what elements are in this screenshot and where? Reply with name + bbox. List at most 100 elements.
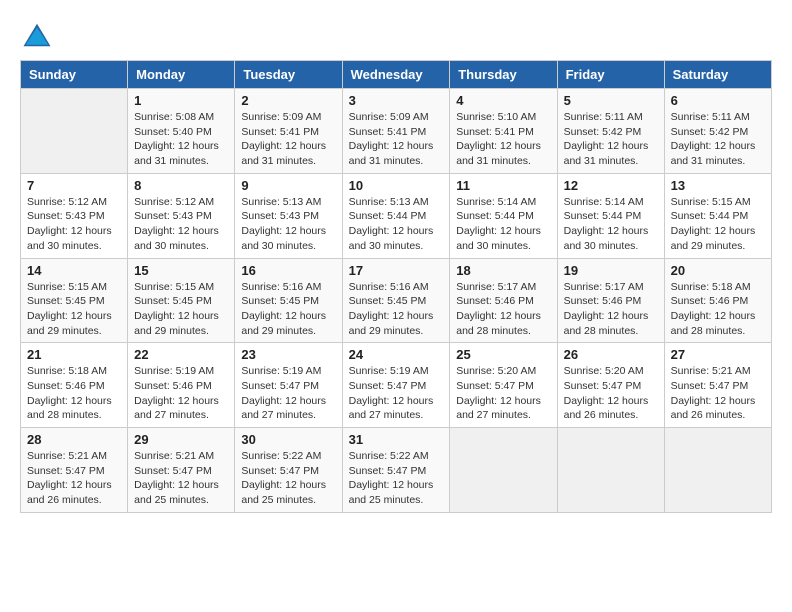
calendar-cell: 5 Sunrise: 5:11 AM Sunset: 5:42 PM Daylig… bbox=[557, 89, 664, 174]
calendar-week-2: 7 Sunrise: 5:12 AM Sunset: 5:43 PM Daylig… bbox=[21, 173, 772, 258]
calendar-cell: 23 Sunrise: 5:19 AM Sunset: 5:47 PM Dayli… bbox=[235, 343, 342, 428]
day-info: Sunrise: 5:19 AM Sunset: 5:47 PM Dayligh… bbox=[349, 364, 444, 423]
calendar-cell: 19 Sunrise: 5:17 AM Sunset: 5:46 PM Dayli… bbox=[557, 258, 664, 343]
day-info: Sunrise: 5:10 AM Sunset: 5:41 PM Dayligh… bbox=[456, 110, 550, 169]
calendar-week-1: 1Sunrise: 5:08 AM Sunset: 5:40 PM Daylig… bbox=[21, 89, 772, 174]
day-info: Sunrise: 5:11 AM Sunset: 5:42 PM Dayligh… bbox=[671, 110, 765, 169]
day-info: Sunrise: 5:16 AM Sunset: 5:45 PM Dayligh… bbox=[241, 280, 335, 339]
calendar-cell: 18 Sunrise: 5:17 AM Sunset: 5:46 PM Dayli… bbox=[450, 258, 557, 343]
calendar-cell bbox=[450, 428, 557, 513]
day-number: 8 bbox=[134, 178, 228, 193]
day-number: 13 bbox=[671, 178, 765, 193]
day-info: Sunrise: 5:11 AM Sunset: 5:42 PM Dayligh… bbox=[564, 110, 658, 169]
calendar-week-3: 14 Sunrise: 5:15 AM Sunset: 5:45 PM Dayli… bbox=[21, 258, 772, 343]
calendar-cell bbox=[557, 428, 664, 513]
calendar-week-5: 28 Sunrise: 5:21 AM Sunset: 5:47 PM Dayli… bbox=[21, 428, 772, 513]
day-info: Sunrise: 5:12 AM Sunset: 5:43 PM Dayligh… bbox=[27, 195, 121, 254]
day-info: Sunrise: 5:13 AM Sunset: 5:43 PM Dayligh… bbox=[241, 195, 335, 254]
day-number: 24 bbox=[349, 347, 444, 362]
day-info: Sunrise: 5:19 AM Sunset: 5:46 PM Dayligh… bbox=[134, 364, 228, 423]
calendar-cell: 16 Sunrise: 5:16 AM Sunset: 5:45 PM Dayli… bbox=[235, 258, 342, 343]
header-cell-wednesday: Wednesday bbox=[342, 61, 450, 89]
calendar-cell: 11 Sunrise: 5:14 AM Sunset: 5:44 PM Dayli… bbox=[450, 173, 557, 258]
calendar-cell bbox=[21, 89, 128, 174]
header-cell-tuesday: Tuesday bbox=[235, 61, 342, 89]
day-number: 25 bbox=[456, 347, 550, 362]
day-number: 19 bbox=[564, 263, 658, 278]
calendar-cell: 15 Sunrise: 5:15 AM Sunset: 5:45 PM Dayli… bbox=[128, 258, 235, 343]
day-info: Sunrise: 5:17 AM Sunset: 5:46 PM Dayligh… bbox=[564, 280, 658, 339]
day-info: Sunrise: 5:12 AM Sunset: 5:43 PM Dayligh… bbox=[134, 195, 228, 254]
calendar-cell: 2 Sunrise: 5:09 AM Sunset: 5:41 PM Daylig… bbox=[235, 89, 342, 174]
calendar-cell: 28 Sunrise: 5:21 AM Sunset: 5:47 PM Dayli… bbox=[21, 428, 128, 513]
day-info: Sunrise: 5:19 AM Sunset: 5:47 PM Dayligh… bbox=[241, 364, 335, 423]
day-number: 22 bbox=[134, 347, 228, 362]
calendar-cell: 14 Sunrise: 5:15 AM Sunset: 5:45 PM Dayli… bbox=[21, 258, 128, 343]
day-number: 21 bbox=[27, 347, 121, 362]
day-number: 17 bbox=[349, 263, 444, 278]
day-number: 9 bbox=[241, 178, 335, 193]
header-cell-monday: Monday bbox=[128, 61, 235, 89]
day-info: Sunrise: 5:15 AM Sunset: 5:44 PM Dayligh… bbox=[671, 195, 765, 254]
day-info: Sunrise: 5:09 AM Sunset: 5:41 PM Dayligh… bbox=[349, 110, 444, 169]
day-info: Sunrise: 5:13 AM Sunset: 5:44 PM Dayligh… bbox=[349, 195, 444, 254]
calendar-cell: 7 Sunrise: 5:12 AM Sunset: 5:43 PM Daylig… bbox=[21, 173, 128, 258]
day-number: 27 bbox=[671, 347, 765, 362]
calendar-cell bbox=[664, 428, 771, 513]
day-number: 18 bbox=[456, 263, 550, 278]
calendar-cell: 12 Sunrise: 5:14 AM Sunset: 5:44 PM Dayli… bbox=[557, 173, 664, 258]
day-number: 11 bbox=[456, 178, 550, 193]
day-info: Sunrise: 5:15 AM Sunset: 5:45 PM Dayligh… bbox=[134, 280, 228, 339]
calendar-cell: 6Sunrise: 5:11 AM Sunset: 5:42 PM Daylig… bbox=[664, 89, 771, 174]
day-info: Sunrise: 5:21 AM Sunset: 5:47 PM Dayligh… bbox=[134, 449, 228, 508]
header-cell-sunday: Sunday bbox=[21, 61, 128, 89]
calendar-cell: 20 Sunrise: 5:18 AM Sunset: 5:46 PM Dayli… bbox=[664, 258, 771, 343]
calendar-cell: 30Sunrise: 5:22 AM Sunset: 5:47 PM Dayli… bbox=[235, 428, 342, 513]
day-number: 12 bbox=[564, 178, 658, 193]
calendar-cell: 22 Sunrise: 5:19 AM Sunset: 5:46 PM Dayli… bbox=[128, 343, 235, 428]
calendar-cell: 13 Sunrise: 5:15 AM Sunset: 5:44 PM Dayli… bbox=[664, 173, 771, 258]
logo bbox=[20, 20, 52, 50]
calendar-cell: 26 Sunrise: 5:20 AM Sunset: 5:47 PM Dayli… bbox=[557, 343, 664, 428]
calendar-cell: 31Sunrise: 5:22 AM Sunset: 5:47 PM Dayli… bbox=[342, 428, 450, 513]
day-number: 15 bbox=[134, 263, 228, 278]
day-info: Sunrise: 5:15 AM Sunset: 5:45 PM Dayligh… bbox=[27, 280, 121, 339]
day-number: 3 bbox=[349, 93, 444, 108]
calendar-cell: 4Sunrise: 5:10 AM Sunset: 5:41 PM Daylig… bbox=[450, 89, 557, 174]
calendar-cell: 25 Sunrise: 5:20 AM Sunset: 5:47 PM Dayli… bbox=[450, 343, 557, 428]
day-info: Sunrise: 5:17 AM Sunset: 5:46 PM Dayligh… bbox=[456, 280, 550, 339]
calendar-cell: 17Sunrise: 5:16 AM Sunset: 5:45 PM Dayli… bbox=[342, 258, 450, 343]
day-info: Sunrise: 5:08 AM Sunset: 5:40 PM Dayligh… bbox=[134, 110, 228, 169]
day-number: 2 bbox=[241, 93, 335, 108]
day-info: Sunrise: 5:20 AM Sunset: 5:47 PM Dayligh… bbox=[456, 364, 550, 423]
day-number: 14 bbox=[27, 263, 121, 278]
day-number: 29 bbox=[134, 432, 228, 447]
day-number: 28 bbox=[27, 432, 121, 447]
day-info: Sunrise: 5:22 AM Sunset: 5:47 PM Dayligh… bbox=[349, 449, 444, 508]
header-cell-thursday: Thursday bbox=[450, 61, 557, 89]
logo-icon bbox=[22, 20, 52, 50]
calendar-cell: 10Sunrise: 5:13 AM Sunset: 5:44 PM Dayli… bbox=[342, 173, 450, 258]
calendar-header-row: SundayMondayTuesdayWednesdayThursdayFrid… bbox=[21, 61, 772, 89]
calendar-cell: 8 Sunrise: 5:12 AM Sunset: 5:43 PM Daylig… bbox=[128, 173, 235, 258]
day-number: 26 bbox=[564, 347, 658, 362]
day-info: Sunrise: 5:21 AM Sunset: 5:47 PM Dayligh… bbox=[27, 449, 121, 508]
day-number: 5 bbox=[564, 93, 658, 108]
day-info: Sunrise: 5:09 AM Sunset: 5:41 PM Dayligh… bbox=[241, 110, 335, 169]
day-info: Sunrise: 5:14 AM Sunset: 5:44 PM Dayligh… bbox=[564, 195, 658, 254]
calendar-week-4: 21Sunrise: 5:18 AM Sunset: 5:46 PM Dayli… bbox=[21, 343, 772, 428]
calendar-cell: 3 Sunrise: 5:09 AM Sunset: 5:41 PM Daylig… bbox=[342, 89, 450, 174]
calendar-cell: 21Sunrise: 5:18 AM Sunset: 5:46 PM Dayli… bbox=[21, 343, 128, 428]
header bbox=[20, 20, 772, 50]
header-cell-saturday: Saturday bbox=[664, 61, 771, 89]
day-number: 20 bbox=[671, 263, 765, 278]
day-info: Sunrise: 5:20 AM Sunset: 5:47 PM Dayligh… bbox=[564, 364, 658, 423]
calendar-cell: 29 Sunrise: 5:21 AM Sunset: 5:47 PM Dayli… bbox=[128, 428, 235, 513]
day-info: Sunrise: 5:18 AM Sunset: 5:46 PM Dayligh… bbox=[671, 280, 765, 339]
day-number: 16 bbox=[241, 263, 335, 278]
day-info: Sunrise: 5:21 AM Sunset: 5:47 PM Dayligh… bbox=[671, 364, 765, 423]
day-info: Sunrise: 5:14 AM Sunset: 5:44 PM Dayligh… bbox=[456, 195, 550, 254]
calendar-cell: 24 Sunrise: 5:19 AM Sunset: 5:47 PM Dayli… bbox=[342, 343, 450, 428]
day-number: 7 bbox=[27, 178, 121, 193]
day-number: 23 bbox=[241, 347, 335, 362]
